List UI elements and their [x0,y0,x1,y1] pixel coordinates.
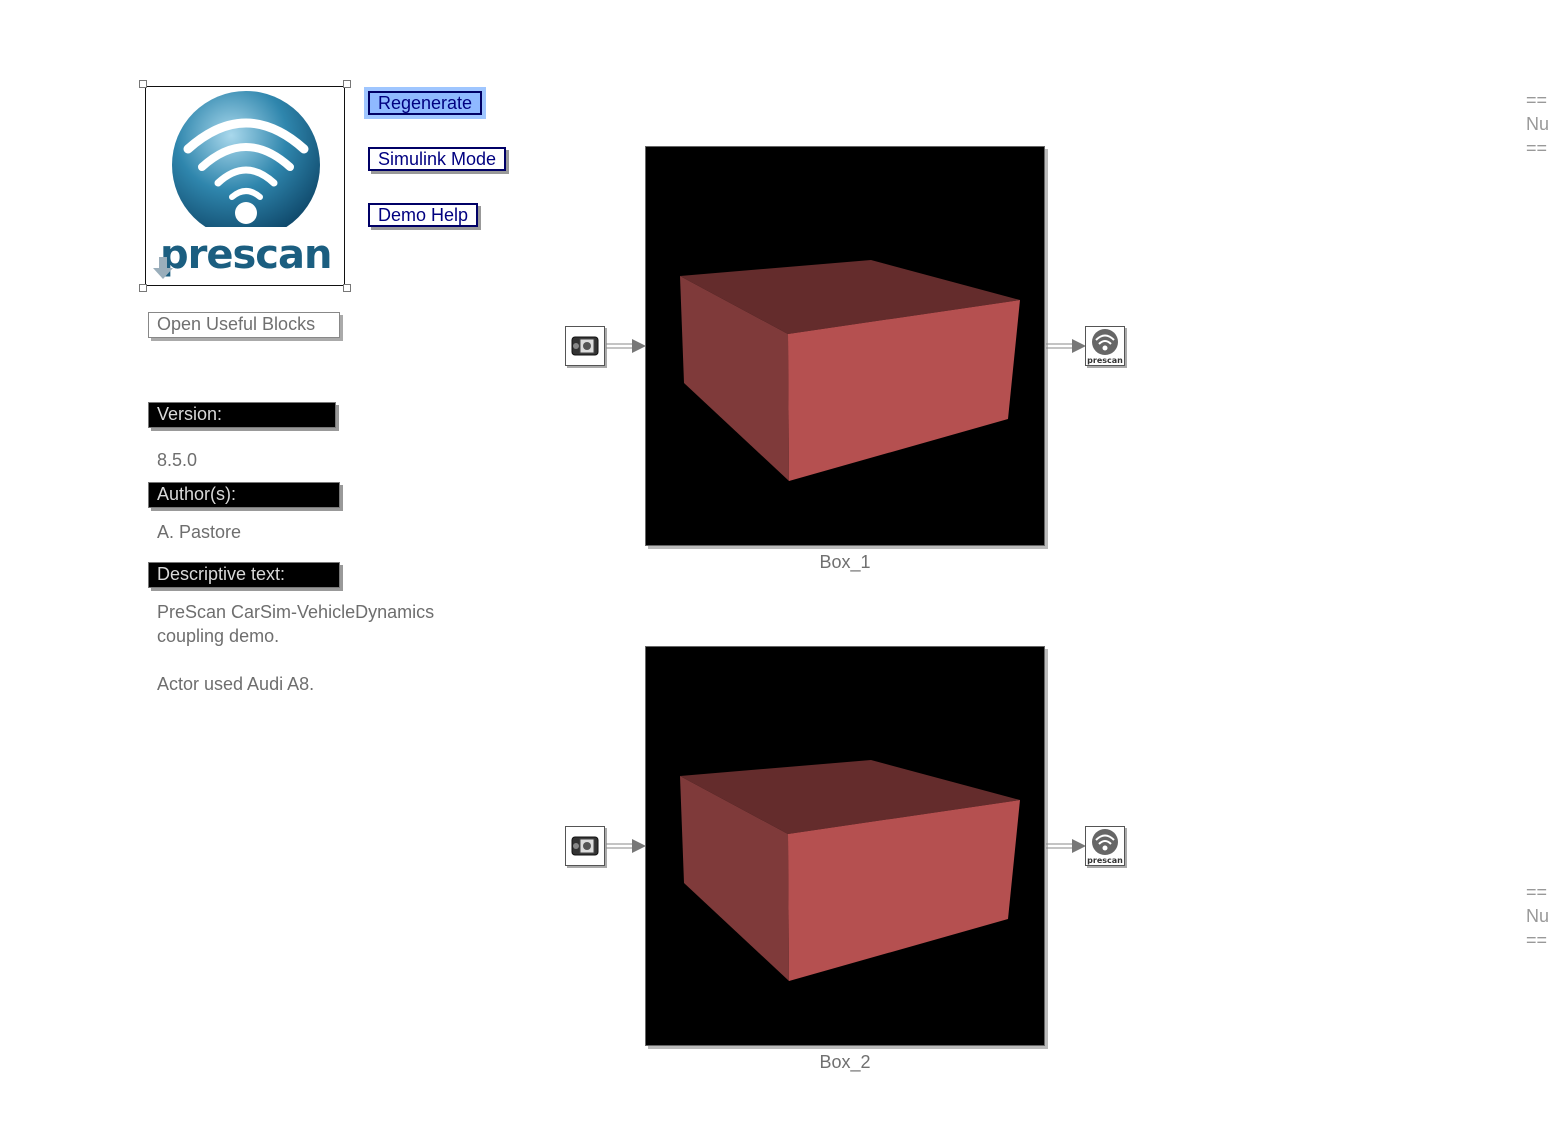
author-value: A. Pastore [157,522,242,542]
prescan-icon-label: prescan [1087,356,1123,365]
descriptive-text-line: Actor used Audi A8. [157,674,315,694]
selection-handle[interactable] [139,80,147,88]
prescan-icon: prescan [1087,829,1123,865]
signal-line [606,839,646,853]
selection-handle[interactable] [139,284,147,292]
simulink-mode-button[interactable]: Simulink Mode [368,147,507,171]
annotation-line: == [1526,882,1548,902]
signal-line [606,339,646,353]
box-label: Box_2 [819,1052,871,1072]
signal-line [1046,339,1086,353]
descriptive-text-line: coupling demo. [157,626,280,646]
prescan-logo-text: prescan [160,232,332,278]
prescan-icon: prescan [1087,329,1123,365]
box-label: Box_1 [819,552,871,572]
prescan-icon-label: prescan [1087,856,1123,865]
author-header: Author(s): [148,482,340,508]
demo-help-button[interactable]: Demo Help [368,203,479,227]
camera-input-block[interactable] [565,326,605,366]
clipped-annotation-top: == Nu == [1526,88,1550,160]
annotation-line: == [1526,930,1548,950]
box-3d-render [680,260,1020,481]
regenerate-button[interactable]: Regenerate [363,87,487,119]
prescan-output-block[interactable]: prescan [1085,326,1125,366]
clipped-annotation-bottom: == Nu == [1526,880,1550,952]
wifi-logo-icon [172,91,320,227]
version-value: 8.5.0 [157,450,198,470]
camera-input-block[interactable] [565,826,605,866]
selection-handle[interactable] [343,284,351,292]
box-view-1[interactable] [645,146,1045,546]
annotation-line: Nu [1526,906,1550,926]
box-view-2[interactable] [645,646,1045,1046]
camera-icon [571,836,599,856]
camera-icon [571,336,599,356]
selection-handle[interactable] [343,80,351,88]
descriptive-text-header: Descriptive text: [148,562,340,588]
down-arrow-icon [153,257,173,279]
prescan-output-block[interactable]: prescan [1085,826,1125,866]
box-3d-render [680,760,1020,981]
open-useful-blocks-button[interactable]: Open Useful Blocks [148,312,340,338]
annotation-line: == [1526,90,1548,110]
signal-line [1046,839,1086,853]
descriptive-text-line: PreScan CarSim-VehicleDynamics [157,602,435,622]
version-header: Version: [148,402,336,428]
annotation-line: == [1526,138,1548,158]
annotation-line: Nu [1526,114,1550,134]
prescan-logo-block[interactable]: prescan [139,80,351,292]
